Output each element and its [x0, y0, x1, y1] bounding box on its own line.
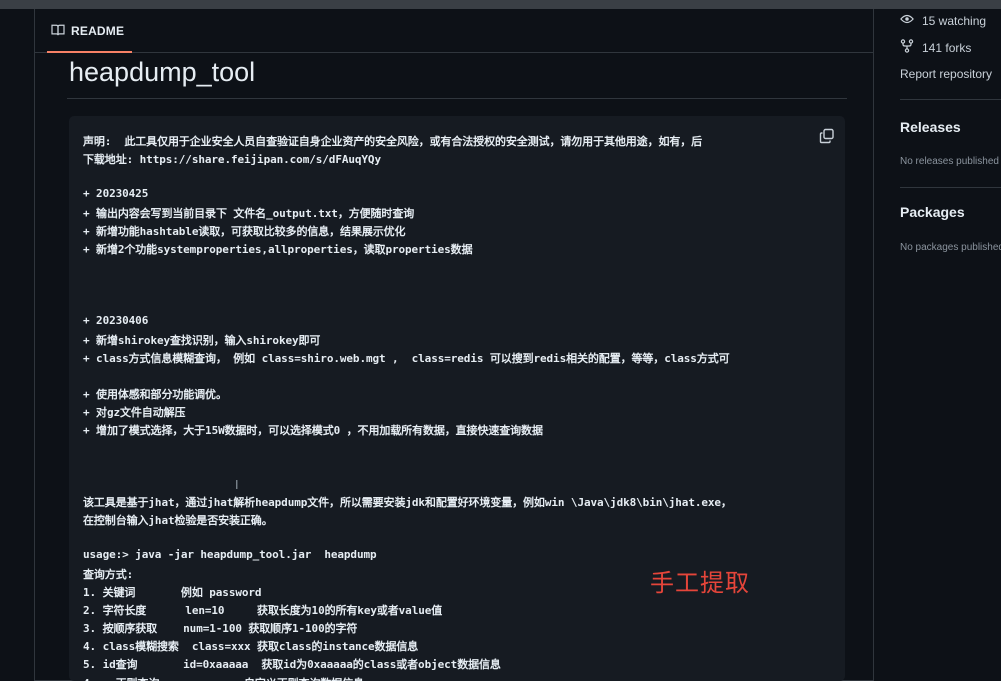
- fork-icon: [900, 39, 922, 56]
- code-line: + 20230406: [83, 313, 149, 327]
- releases-heading[interactable]: Releases: [900, 119, 961, 135]
- code-line: 1. 关键词 例如 password: [83, 586, 262, 600]
- copy-button[interactable]: [819, 128, 839, 148]
- red-annotation: 手工提取: [650, 569, 750, 597]
- packages-heading[interactable]: Packages: [900, 204, 965, 220]
- code-line: 声明: 此工具仅用于企业安全人员自查验证自身企业资产的安全风险，或有合法授权的安…: [83, 135, 703, 148]
- repo-sidebar: 15 watching 141 forks Report repository …: [876, 9, 1001, 681]
- text-cursor-icon: I: [235, 478, 239, 492]
- code-line: + 对gz文件自动解压: [83, 405, 186, 419]
- report-repository-link[interactable]: Report repository: [900, 67, 992, 81]
- code-line: 3. 按顺序获取 num=1-100 获取顺序1-100的字符: [83, 622, 358, 636]
- releases-empty-text: No releases published: [900, 156, 999, 167]
- copy-icon: [819, 128, 835, 148]
- code-line: 5. id查询 id=0xaaaaa 获取id为0xaaaaa的class或者o…: [83, 658, 501, 672]
- readme-tab-label: README: [71, 24, 125, 38]
- readme-tab[interactable]: README: [51, 9, 124, 53]
- title-divider: [67, 98, 847, 99]
- code-line: + 新增shirokey查找识别，输入shirokey即可: [83, 333, 321, 347]
- packages-empty-text: No packages published: [900, 242, 1001, 253]
- code-line: 4. re正则查询 re=xxx 自定义正则查询数据信息: [83, 675, 364, 681]
- sidebar-divider: [900, 187, 1001, 188]
- code-line: 4. class模糊搜索 class=xxx 获取class的instance数…: [83, 640, 419, 654]
- code-line: + 新增功能hashtable读取，可获取比较多的信息，结果展示优化: [83, 225, 406, 239]
- code-line: + 输出内容会写到当前目录下 文件名_output.txt，方便随时查询: [83, 207, 415, 221]
- forks-link[interactable]: 141 forks: [900, 39, 971, 56]
- tab-underline: [47, 51, 132, 53]
- code-line: + 使用体感和部分功能调优。: [83, 387, 227, 401]
- readme-title: heapdump_tool: [69, 57, 256, 87]
- forks-count: 141 forks: [922, 40, 972, 55]
- code-line: + 增加了模式选择，大于15W数据时，可以选择模式0 ，不用加载所有数据，直接快…: [83, 423, 543, 437]
- code-line: + 20230425: [83, 187, 149, 201]
- sidebar-divider: [900, 99, 1001, 100]
- code-line: + 新增2个功能systemproperties,allproperties，读…: [83, 243, 473, 257]
- browser-top-bar: [0, 0, 1001, 9]
- code-line: 在控制台输入jhat检验是否安装正确。: [83, 514, 273, 528]
- code-line: + class方式信息模糊查询， 例如 class=shiro.web.mgt …: [83, 351, 730, 365]
- code-line: 下载地址: https://share.feijipan.com/s/dFAuq…: [83, 153, 381, 167]
- code-line: 查询方式:: [83, 568, 134, 582]
- code-line: 2. 字符长度 len=10 获取长度为10的所有key或者value值: [83, 604, 443, 618]
- watching-link[interactable]: 15 watching: [900, 13, 986, 28]
- readme-header: README: [35, 9, 873, 53]
- code-line: usage:> java -jar heapdump_tool.jar heap…: [83, 548, 377, 562]
- readme-panel: README heapdump_tool 声明: 此工具仅用于企业安全人员自查验…: [34, 9, 874, 681]
- book-icon: [51, 24, 71, 39]
- watching-count: 15 watching: [922, 13, 987, 28]
- code-line: 该工具是基于jhat，通过jhat解析heapdump文件，所以需要安装jdk和…: [83, 496, 732, 509]
- eye-icon: [900, 13, 922, 28]
